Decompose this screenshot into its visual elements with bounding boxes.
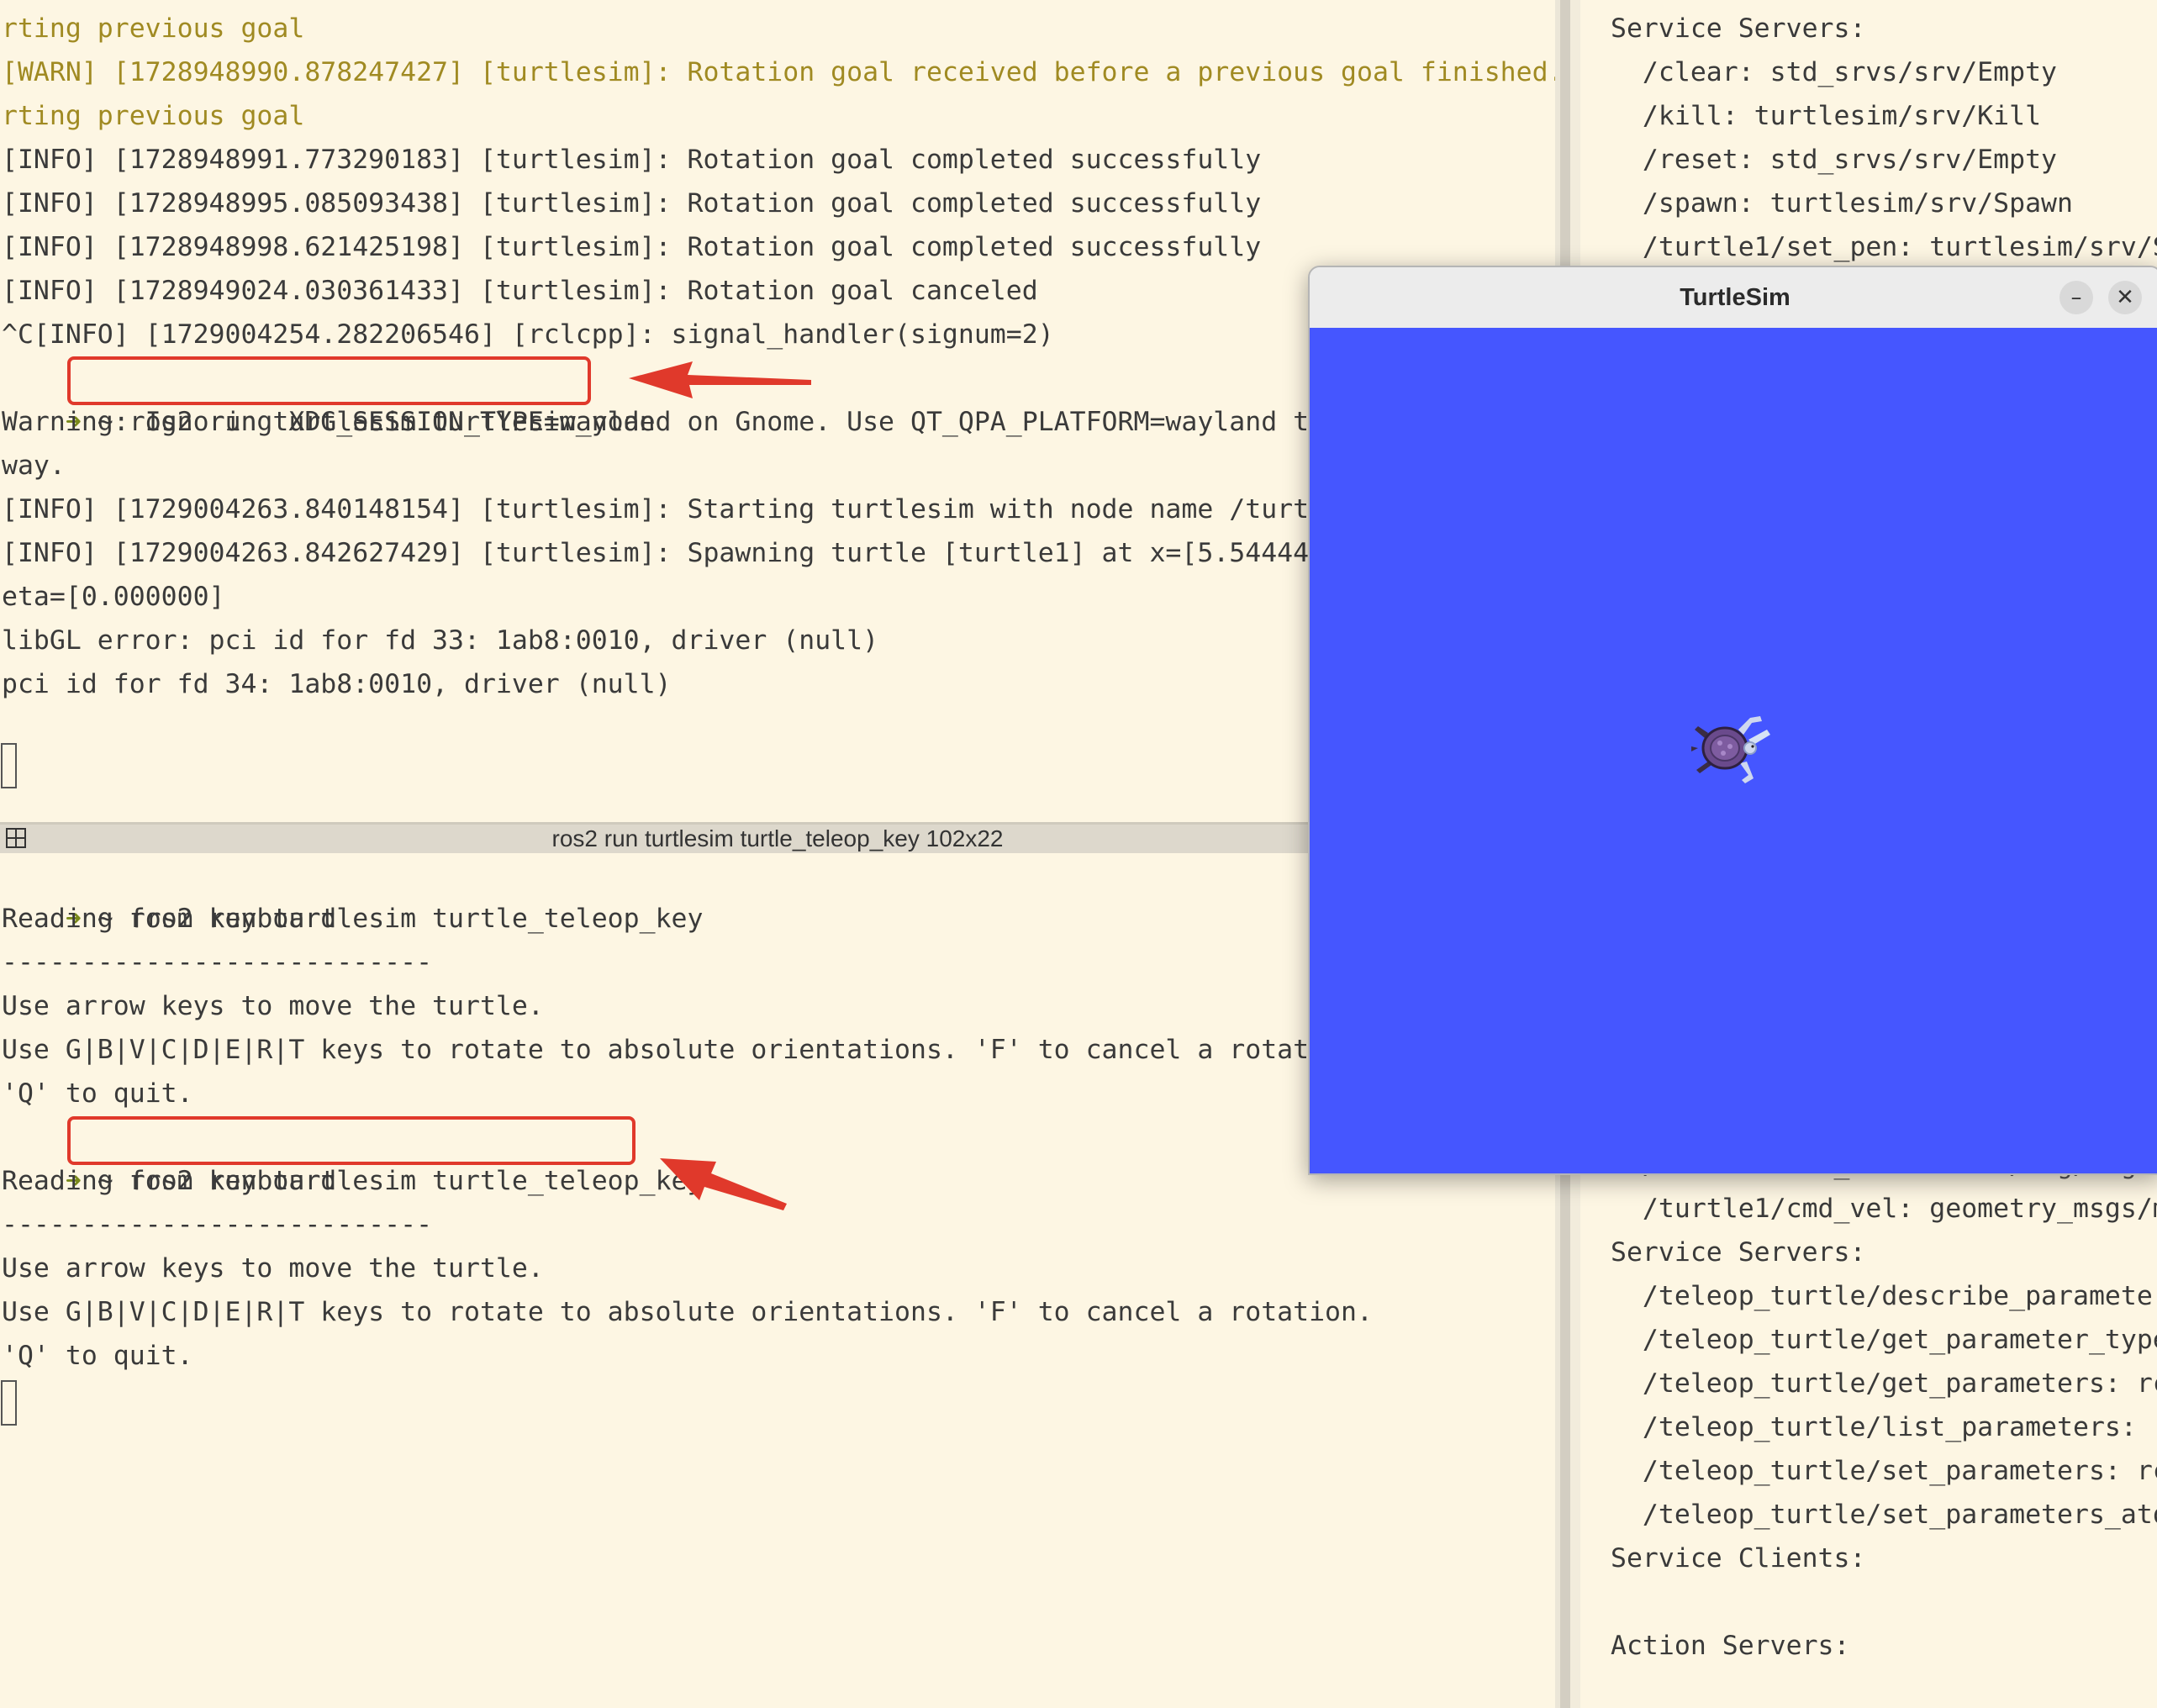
pane-header-title: ros2 run turtlesim turtle_teleop_key 102… — [551, 825, 1004, 851]
terminal-line: /teleop_turtle/get_parameters: rcl — [1611, 1368, 2157, 1399]
command-highlight-box — [67, 1116, 635, 1165]
annotation-arrow-icon — [660, 1158, 787, 1210]
terminal-line: Use arrow keys to move the turtle. — [2, 1253, 544, 1284]
terminal-line: /clear: std_srvs/srv/Empty — [1611, 57, 2058, 87]
window-titlebar[interactable]: TurtleSim – ✕ — [1310, 267, 2157, 329]
terminal-line: [INFO] [1728948998.621425198] [turtlesim… — [2, 232, 1262, 262]
terminal-line: [INFO] [1729004263.840148154] [turtlesim… — [2, 494, 1389, 525]
terminal-line: 'Q' to quit. — [2, 1078, 193, 1109]
command-highlight-box — [67, 356, 591, 405]
terminal-cursor — [1, 743, 17, 788]
minimize-button[interactable]: – — [2059, 281, 2093, 314]
terminal-line: rting previous goal — [2, 13, 305, 44]
terminal-cursor — [1, 1380, 17, 1426]
close-button[interactable]: ✕ — [2108, 281, 2142, 314]
annotation-arrow-icon — [629, 361, 811, 398]
terminal-line: /teleop_turtle/describe_parameters — [1611, 1281, 2157, 1311]
terminal-line: /kill: turtlesim/srv/Kill — [1611, 101, 2042, 131]
terminal-line: Use arrow keys to move the turtle. — [2, 991, 544, 1021]
terminal-line: [INFO] [1728948991.773290183] [turtlesim… — [2, 145, 1262, 175]
minimize-icon: – — [2070, 285, 2082, 310]
terminal-line: /spawn: turtlesim/srv/Spawn — [1611, 188, 2073, 219]
window-title: TurtleSim — [1680, 284, 1790, 311]
terminal-line: Use G|B|V|C|D|E|R|T keys to rotate to ab… — [2, 1035, 1373, 1065]
turtle-icon — [1691, 716, 1770, 783]
terminal-line: /teleop_turtle/set_parameters_atom — [1611, 1500, 2157, 1530]
terminal-line: Reading from keyboard — [2, 1166, 337, 1196]
terminal-line: /teleop_turtle/list_parameters: rc — [1611, 1412, 2157, 1442]
terminal-line: rting previous goal — [2, 101, 305, 131]
terminal-line: [INFO] [1728949024.030361433] [turtlesim… — [2, 276, 1038, 306]
terminal-line: /turtle1/cmd_vel: geometry_msgs/ms — [1611, 1194, 2157, 1224]
terminal-line: --------------------------- — [2, 947, 433, 978]
terminal-line: Reading from keyboard — [2, 904, 337, 934]
terminal-line: pci id for fd 34: 1ab8:0010, driver (nul… — [2, 669, 672, 699]
terminal-line: /teleop_turtle/set_parameters: rcl — [1611, 1456, 2157, 1486]
terminal-line: libGL error: pci id for fd 33: 1ab8:0010… — [2, 625, 879, 656]
terminal-line: --------------------------- — [2, 1210, 433, 1240]
terminal-line: ^C[INFO] [1729004254.282206546] [rclcpp]… — [2, 319, 1054, 350]
terminal-line: eta=[0.000000] — [2, 582, 225, 612]
terminal-line: Service Clients: — [1611, 1543, 1866, 1574]
turtlesim-window[interactable]: TurtleSim – ✕ — [1308, 266, 2157, 1175]
terminal-line: Action Servers: — [1611, 1631, 1850, 1661]
terminal-line: [INFO] [1728948995.085093438] [turtlesim… — [2, 188, 1262, 219]
pane-menu-icon[interactable] — [5, 827, 27, 849]
terminal-line: /teleop_turtle/get_parameter_types — [1611, 1325, 2157, 1355]
close-icon: ✕ — [2116, 285, 2134, 310]
terminal-line: /reset: std_srvs/srv/Empty — [1611, 145, 2058, 175]
terminal-line: Service Servers: — [1611, 1237, 1866, 1268]
terminal-line: /turtle1/set_pen: turtlesim/srv/Se — [1611, 232, 2157, 262]
turtlesim-canvas[interactable] — [1310, 328, 2157, 1173]
terminal-line: [WARN] [1728948990.878247427] [turtlesim… — [2, 57, 1555, 87]
terminal-line: way. — [2, 451, 66, 481]
terminal-line: Service Servers: — [1611, 13, 1866, 44]
terminal-line: Use G|B|V|C|D|E|R|T keys to rotate to ab… — [2, 1297, 1373, 1327]
terminal-line: 'Q' to quit. — [2, 1341, 193, 1371]
